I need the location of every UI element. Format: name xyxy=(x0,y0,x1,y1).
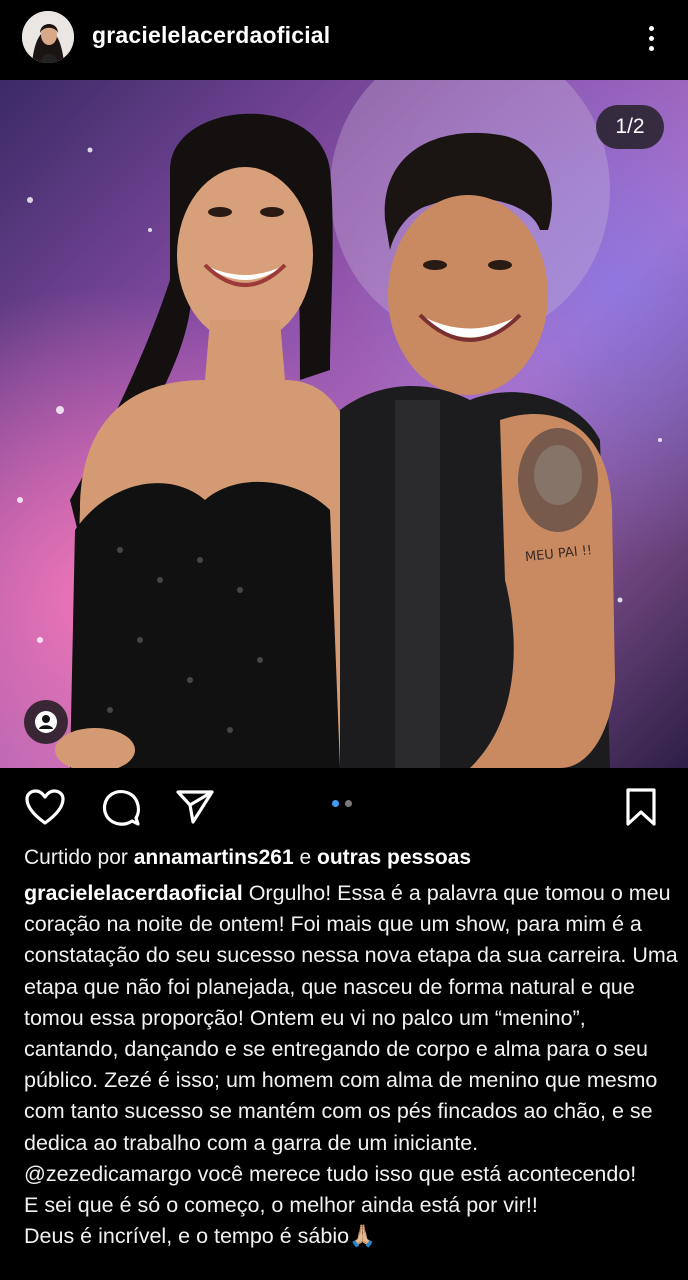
caption-line: Deus é incrível, e o tempo é sábio🙏🏼 xyxy=(24,1224,376,1249)
comment-icon[interactable] xyxy=(100,786,142,828)
likes-others[interactable]: outras pessoas xyxy=(317,846,471,869)
heart-icon[interactable] xyxy=(24,786,66,828)
carousel-indicator xyxy=(332,800,352,807)
likes-summary[interactable]: Curtido por annamartins261 e outras pess… xyxy=(24,846,471,870)
post-username[interactable]: gracielelacerdaoficial xyxy=(92,22,330,49)
more-options-icon[interactable] xyxy=(636,20,666,56)
avatar-image xyxy=(22,11,74,63)
post-photo-illustration: MEU PAI !! xyxy=(0,80,688,768)
caption-author[interactable]: gracielelacerdaoficial xyxy=(24,881,243,905)
caption-mention[interactable]: @zezedicamargo xyxy=(24,1162,192,1186)
bookmark-icon[interactable] xyxy=(620,786,662,828)
carousel-counter: 1/2 xyxy=(596,105,664,149)
profile-avatar[interactable] xyxy=(22,11,74,63)
likes-user[interactable]: annamartins261 xyxy=(134,846,294,869)
caption-line: E sei que é só o começo, o melhor ainda … xyxy=(24,1193,538,1218)
likes-connector: e xyxy=(299,846,312,869)
caption-line: você merece tudo isso que está acontecen… xyxy=(197,1161,637,1186)
carousel-dot xyxy=(345,800,352,807)
caption-paragraph: Orgulho! Essa é a palavra que tomou o me… xyxy=(24,881,678,1155)
carousel-dot-active xyxy=(332,800,339,807)
post-image[interactable]: MEU PAI !! xyxy=(0,80,688,768)
send-icon[interactable] xyxy=(174,786,216,828)
user-tag-icon[interactable] xyxy=(24,700,68,744)
likes-prefix: Curtido por xyxy=(24,846,128,869)
post-header: gracielelacerdaoficial xyxy=(0,0,688,80)
post-caption: gracielelacerdaoficial Orgulho! Essa é a… xyxy=(24,878,684,1252)
